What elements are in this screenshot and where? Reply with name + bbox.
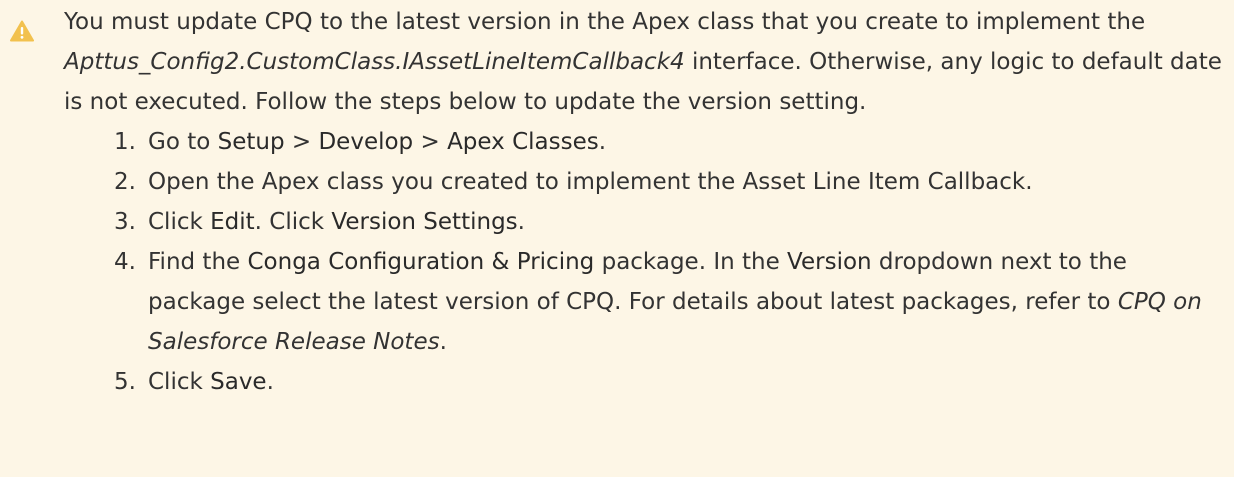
ui-term: Conga Configuration & Pricing [247, 249, 595, 275]
ui-term: Setup [217, 129, 285, 155]
step-text: . [517, 209, 525, 235]
step-number: 5. [114, 369, 136, 395]
warning-callout: You must update CPQ to the latest versio… [0, 0, 1234, 477]
step-number: 1. [114, 129, 136, 155]
step-number: 3. [114, 209, 136, 235]
step-text: Find the [148, 249, 248, 275]
step-text: . [439, 329, 447, 355]
callout-body: You must update CPQ to the latest versio… [64, 2, 1224, 402]
intro-paragraph: You must update CPQ to the latest versio… [64, 2, 1224, 122]
step-number: 4. [114, 249, 136, 275]
step-text: package. In the [594, 249, 788, 275]
intro-text-1: You must update CPQ to the latest versio… [64, 9, 1146, 35]
step-text: . Click [254, 209, 332, 235]
interface-name: Apttus_Config2.CustomClass.IAssetLineIte… [64, 49, 685, 75]
step-text: Click [148, 369, 211, 395]
ui-term: Apex Classes [447, 129, 599, 155]
step-text: Open the Apex class you created to imple… [148, 169, 1033, 195]
step-1: 1. Go to Setup > Develop > Apex Classes. [114, 122, 1224, 162]
ui-term: Version Settings [331, 209, 518, 235]
ui-term: Develop [318, 129, 414, 155]
step-text: Click [148, 209, 211, 235]
step-3: 3. Click Edit. Click Version Settings. [114, 202, 1224, 242]
step-text: Go to [148, 129, 218, 155]
ui-term: Edit [210, 209, 255, 235]
warning-icon [10, 20, 34, 42]
step-text: > [413, 129, 448, 155]
steps-list: 1. Go to Setup > Develop > Apex Classes . … [64, 122, 1224, 402]
step-text: > [284, 129, 319, 155]
ui-term: Version [787, 249, 872, 275]
ui-term: Save [210, 369, 267, 395]
step-2: 2. Open the Apex class you created to imp… [114, 162, 1224, 202]
step-4: 4. Find the Conga Configuration & Pricing… [114, 242, 1224, 362]
step-text: . [598, 129, 607, 155]
step-number: 2. [114, 169, 136, 195]
step-5: 5. Click Save. [114, 362, 1224, 402]
step-text: . [266, 369, 274, 395]
